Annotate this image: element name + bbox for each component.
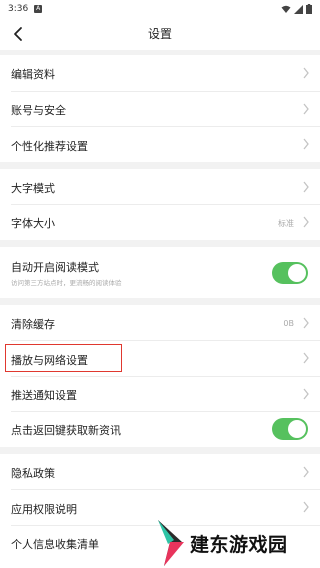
settings-row-back-refresh: 点击返回键获取新资讯 (0, 411, 320, 447)
settings-group-account: 编辑资料 账号与安全 个性化推荐设置 (0, 55, 320, 162)
chevron-right-icon (303, 103, 309, 115)
chevron-right-icon (303, 216, 309, 228)
settings-row-personalized-recommendation[interactable]: 个性化推荐设置 (0, 126, 320, 162)
chevron-right-icon (303, 317, 309, 329)
settings-row-account-security[interactable]: 账号与安全 (0, 91, 320, 126)
back-refresh-toggle[interactable] (272, 418, 308, 440)
row-label: 清除缓存 (11, 318, 55, 331)
row-subtitle: 访问第三方站点时，更流畅的阅读体验 (11, 279, 122, 287)
row-label: 个人信息收集清单 (11, 538, 99, 551)
settings-row-clear-cache[interactable]: 清除缓存 0B (0, 305, 320, 340)
chevron-right-icon (303, 181, 309, 193)
page-title: 设置 (147, 27, 172, 41)
chevron-right-icon (303, 352, 309, 364)
status-bar: 3:36 A (0, 0, 320, 18)
watermark-text: 建东游戏园 (190, 534, 288, 556)
notification-icon: A (34, 5, 43, 13)
chevron-right-icon (303, 67, 309, 79)
toggle-knob (288, 264, 306, 282)
nav-bar: 设置 (0, 18, 320, 50)
row-label: 隐私政策 (11, 467, 55, 480)
battery-icon (306, 4, 312, 14)
status-time: 3:36 (8, 4, 29, 14)
settings-row-playback-network[interactable]: 播放与网络设置 (0, 340, 320, 376)
settings-row-privacy-policy[interactable]: 隐私政策 (0, 454, 320, 489)
chevron-right-icon (303, 388, 309, 400)
row-label: 点击返回键获取新资讯 (11, 424, 121, 437)
settings-row-large-font-mode[interactable]: 大字模式 (0, 169, 320, 204)
status-icons (281, 4, 312, 14)
chevron-right-icon (303, 466, 309, 478)
chevron-right-icon (303, 138, 309, 150)
toggle-knob (288, 420, 306, 438)
settings-group-font: 大字模式 字体大小 标准 (0, 169, 320, 240)
chevron-right-icon (303, 501, 309, 513)
auto-reading-mode-toggle[interactable] (272, 262, 308, 284)
settings-row-font-size[interactable]: 字体大小 标准 (0, 204, 320, 240)
row-label: 字体大小 (11, 217, 55, 230)
signal-icon (294, 4, 303, 14)
row-label: 推送通知设置 (11, 389, 77, 402)
settings-row-auto-reading-mode: 自动开启阅读模式 访问第三方站点时，更流畅的阅读体验 (0, 247, 320, 298)
row-label: 编辑资料 (11, 68, 55, 81)
wifi-icon (281, 5, 291, 13)
row-label: 自动开启阅读模式 (11, 261, 99, 274)
row-label: 大字模式 (11, 182, 55, 195)
settings-row-edit-profile[interactable]: 编辑资料 (0, 55, 320, 91)
row-label: 账号与安全 (11, 104, 66, 117)
row-value: 0B (283, 319, 294, 328)
row-label: 应用权限说明 (11, 503, 77, 516)
settings-row-push-notification[interactable]: 推送通知设置 (0, 376, 320, 411)
row-value: 标准 (278, 219, 294, 228)
row-label: 个性化推荐设置 (11, 140, 88, 153)
row-label: 播放与网络设置 (11, 354, 88, 367)
settings-group-general: 清除缓存 0B 播放与网络设置 推送通知设置 点击返回键获取新资讯 (0, 305, 320, 447)
